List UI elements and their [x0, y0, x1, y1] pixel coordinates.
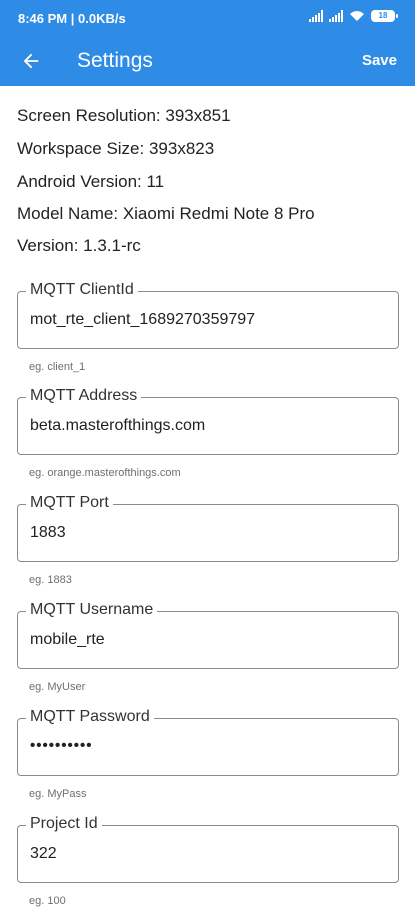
project-id-value[interactable]: 322	[30, 845, 57, 863]
cellular-signal-2-icon	[329, 10, 343, 22]
workspace-size-text: Workspace Size: 393x823	[17, 139, 215, 158]
mqtt-password-input[interactable]: MQTT Password ••••••••••	[17, 708, 399, 776]
mqtt-username-label: MQTT Username	[26, 601, 158, 619]
model-name-text: Model Name: Xiaomi Redmi Note 8 Pro	[17, 204, 315, 223]
project-id-field[interactable]: Project Id 322 eg. 100	[17, 815, 399, 907]
mqtt-clientid-value[interactable]: mot_rte_client_1689270359797	[30, 311, 255, 329]
screen-resolution-text: Screen Resolution: 393x851	[17, 106, 231, 125]
mqtt-port-label: MQTT Port	[26, 494, 113, 512]
mqtt-address-value[interactable]: beta.masterofthings.com	[30, 417, 205, 435]
mqtt-address-label: MQTT Address	[26, 387, 142, 405]
mqtt-address-field[interactable]: MQTT Address beta.masterofthings.com eg.…	[17, 387, 399, 479]
project-id-label: Project Id	[26, 815, 102, 833]
mqtt-port-input[interactable]: MQTT Port 1883	[17, 494, 399, 562]
battery-icon: 18	[371, 10, 398, 22]
back-arrow-icon[interactable]	[20, 50, 42, 72]
app-bar: Settings Save	[0, 36, 415, 86]
mqtt-username-helper: eg. MyUser	[29, 681, 86, 693]
android-version-text: Android Version: 11	[17, 172, 165, 191]
mqtt-clientid-label: MQTT ClientId	[26, 281, 138, 299]
project-id-helper: eg. 100	[29, 895, 66, 907]
mqtt-clientid-input[interactable]: MQTT ClientId mot_rte_client_16892703597…	[17, 281, 399, 349]
mqtt-password-field[interactable]: MQTT Password •••••••••• eg. MyPass	[17, 708, 399, 800]
status-icons: 18	[309, 10, 398, 22]
mqtt-port-value[interactable]: 1883	[30, 524, 66, 542]
mqtt-port-helper: eg. 1883	[29, 574, 72, 586]
mqtt-password-value[interactable]: ••••••••••	[30, 737, 93, 754]
status-time: 8:46 PM | 0.0KB/s	[18, 11, 126, 26]
mqtt-password-label: MQTT Password	[26, 708, 154, 726]
mqtt-username-field[interactable]: MQTT Username mobile_rte eg. MyUser	[17, 601, 399, 693]
wifi-icon	[350, 11, 364, 21]
mqtt-username-input[interactable]: MQTT Username mobile_rte	[17, 601, 399, 669]
save-button[interactable]: Save	[362, 52, 397, 69]
page-title: Settings	[77, 49, 153, 72]
mqtt-clientid-field[interactable]: MQTT ClientId mot_rte_client_16892703597…	[17, 281, 399, 373]
mqtt-address-input[interactable]: MQTT Address beta.masterofthings.com	[17, 387, 399, 455]
cellular-signal-icon	[309, 10, 323, 22]
mqtt-username-value[interactable]: mobile_rte	[30, 631, 105, 649]
status-bar: 8:46 PM | 0.0KB/s 18	[0, 0, 415, 36]
version-text: Version: 1.3.1-rc	[17, 236, 141, 255]
mqtt-password-helper: eg. MyPass	[29, 788, 87, 800]
mqtt-address-helper: eg. orange.masterofthings.com	[29, 467, 181, 479]
mqtt-clientid-helper: eg. client_1	[29, 361, 86, 373]
project-id-input[interactable]: Project Id 322	[17, 815, 399, 883]
mqtt-port-field[interactable]: MQTT Port 1883 eg. 1883	[17, 494, 399, 586]
